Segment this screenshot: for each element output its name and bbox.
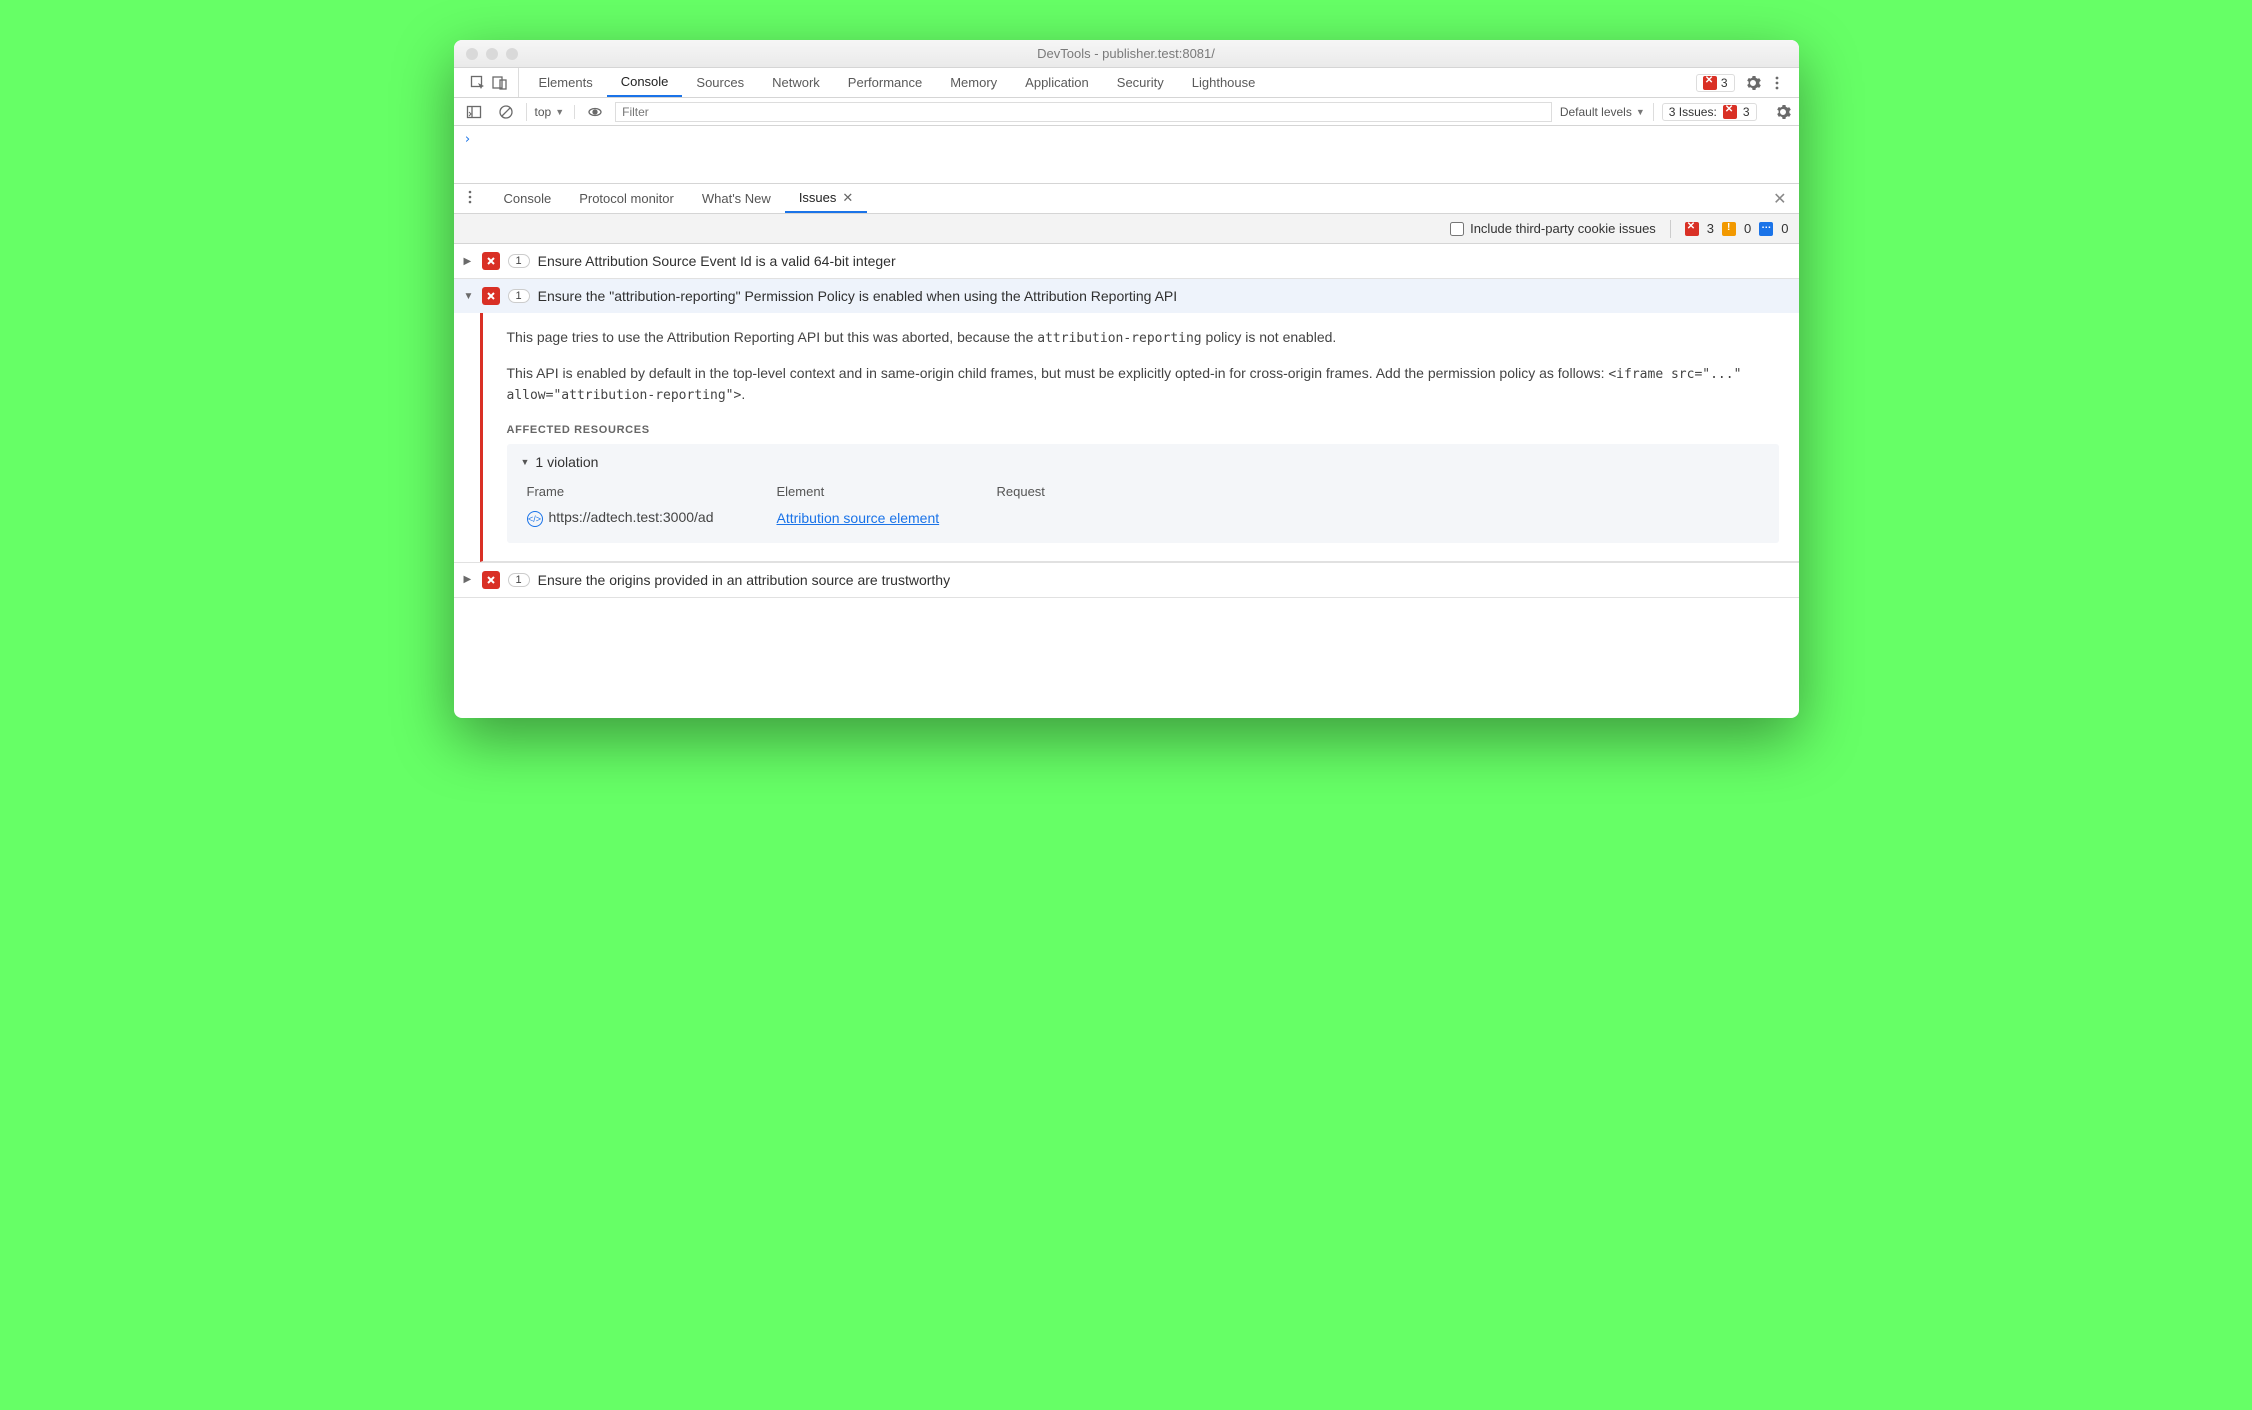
context-selector[interactable]: top ▼	[535, 105, 576, 119]
console-prompt: ›	[464, 132, 472, 147]
col-request: Request	[997, 484, 1197, 499]
expand-icon[interactable]: ▶	[464, 574, 474, 585]
warning-count: 0	[1744, 221, 1751, 236]
expand-icon[interactable]: ▶	[464, 256, 474, 267]
drawer-tab-issues[interactable]: Issues ✕	[785, 184, 867, 213]
issue-title: Ensure Attribution Source Event Id is a …	[538, 253, 1789, 269]
console-output[interactable]: ›	[454, 126, 1799, 184]
info-count: 0	[1781, 221, 1788, 236]
window-controls[interactable]	[454, 48, 518, 60]
col-element: Element	[777, 484, 997, 499]
info-icon	[1759, 222, 1773, 236]
affected-table: Frame Element Request </>https://adtech.…	[521, 480, 1765, 533]
drawer-close-icon[interactable]: ✕	[1769, 189, 1790, 209]
third-party-checkbox-input[interactable]	[1450, 222, 1464, 236]
frame-icon: </>	[527, 511, 543, 527]
issue-paragraph: This page tries to use the Attribution R…	[507, 327, 1779, 349]
issue-paragraph: This API is enabled by default in the to…	[507, 363, 1779, 406]
table-header: Frame Element Request	[521, 480, 1765, 503]
error-icon	[1703, 76, 1717, 90]
issue-count-badge: 1	[508, 254, 530, 268]
tab-network[interactable]: Network	[758, 68, 834, 97]
error-icon	[1723, 105, 1737, 119]
settings-icon[interactable]	[1745, 75, 1761, 91]
close-dot[interactable]	[466, 48, 478, 60]
inspect-icon[interactable]	[470, 75, 486, 91]
frame-cell[interactable]: </>https://adtech.test:3000/ad	[527, 509, 777, 527]
chevron-down-icon: ▼	[1636, 107, 1645, 117]
issues-count: 3	[1743, 105, 1750, 119]
close-tab-icon[interactable]: ✕	[842, 190, 853, 206]
issue-count-badge: 1	[508, 289, 530, 303]
main-tabs: Elements Console Sources Network Perform…	[525, 68, 1270, 97]
issue-row[interactable]: ▶ 1 Ensure Attribution Source Event Id i…	[454, 244, 1799, 279]
top-error-counter[interactable]: 3	[1696, 74, 1735, 92]
zoom-dot[interactable]	[506, 48, 518, 60]
issues-toolbar: Include third-party cookie issues 3 0 0	[454, 214, 1799, 244]
main-tabbar: Elements Console Sources Network Perform…	[454, 68, 1799, 98]
window-title: DevTools - publisher.test:8081/	[454, 46, 1799, 61]
issue-error-icon	[482, 287, 500, 305]
col-frame: Frame	[527, 484, 777, 499]
violation-label: 1 violation	[535, 454, 598, 470]
issue-counts: 3 0 0	[1685, 221, 1789, 236]
error-icon	[1685, 222, 1699, 236]
affected-resources-box: ▼ 1 violation Frame Element Request </>h…	[507, 444, 1779, 543]
drawer-more-icon[interactable]	[462, 189, 478, 208]
device-toggle-icon[interactable]	[492, 75, 508, 91]
tab-application[interactable]: Application	[1011, 68, 1103, 97]
more-icon[interactable]	[1769, 75, 1785, 91]
filter-input[interactable]	[615, 102, 1552, 122]
drawer-tab-issues-label: Issues	[799, 190, 837, 205]
error-count: 3	[1721, 76, 1728, 90]
third-party-checkbox[interactable]: Include third-party cookie issues	[1450, 221, 1656, 236]
log-levels-selector[interactable]: Default levels ▼	[1560, 105, 1645, 119]
issue-error-icon	[482, 252, 500, 270]
tab-performance[interactable]: Performance	[834, 68, 936, 97]
issue-row[interactable]: ▼ 1 Ensure the "attribution-reporting" P…	[454, 279, 1799, 313]
devtools-window: DevTools - publisher.test:8081/ Elements…	[454, 40, 1799, 718]
tab-sources[interactable]: Sources	[682, 68, 758, 97]
tab-security[interactable]: Security	[1103, 68, 1178, 97]
issue-count-badge: 1	[508, 573, 530, 587]
code-snippet: attribution-reporting	[1037, 331, 1201, 346]
context-label: top	[535, 105, 552, 119]
sidebar-toggle-icon[interactable]	[462, 104, 486, 120]
tab-elements[interactable]: Elements	[525, 68, 607, 97]
third-party-label: Include third-party cookie issues	[1470, 221, 1656, 236]
tab-lighthouse[interactable]: Lighthouse	[1178, 68, 1270, 97]
levels-label: Default levels	[1560, 105, 1632, 119]
violation-toggle[interactable]: ▼ 1 violation	[521, 454, 1765, 470]
minimize-dot[interactable]	[486, 48, 498, 60]
divider	[1670, 220, 1671, 238]
collapse-icon: ▼	[521, 457, 530, 467]
drawer-tab-whatsnew[interactable]: What's New	[688, 184, 785, 213]
tab-console[interactable]: Console	[607, 68, 683, 97]
empty-area	[454, 598, 1799, 718]
live-expression-icon[interactable]	[583, 104, 607, 120]
titlebar: DevTools - publisher.test:8081/	[454, 40, 1799, 68]
issue-title: Ensure the "attribution-reporting" Permi…	[538, 288, 1789, 304]
console-toolbar: top ▼ Default levels ▼ 3 Issues: 3	[454, 98, 1799, 126]
error-count: 3	[1707, 221, 1714, 236]
collapse-icon[interactable]: ▼	[464, 291, 474, 302]
affected-resources-heading: AFFECTED RESOURCES	[507, 424, 1779, 436]
console-settings-icon[interactable]	[1775, 104, 1791, 120]
warning-icon	[1722, 222, 1736, 236]
tab-memory[interactable]: Memory	[936, 68, 1011, 97]
drawer-tabbar: Console Protocol monitor What's New Issu…	[454, 184, 1799, 214]
issues-summary[interactable]: 3 Issues: 3	[1662, 103, 1757, 121]
issue-title: Ensure the origins provided in an attrib…	[538, 572, 1789, 588]
issues-label: 3 Issues:	[1669, 105, 1717, 119]
table-row: </>https://adtech.test:3000/ad Attributi…	[521, 503, 1765, 533]
element-link[interactable]: Attribution source element	[777, 510, 997, 526]
issue-row[interactable]: ▶ 1 Ensure the origins provided in an at…	[454, 562, 1799, 598]
drawer-tab-console[interactable]: Console	[490, 184, 566, 213]
issue-error-icon	[482, 571, 500, 589]
clear-console-icon[interactable]	[494, 104, 518, 120]
chevron-down-icon: ▼	[555, 107, 564, 117]
drawer-tab-protocol[interactable]: Protocol monitor	[565, 184, 688, 213]
issue-detail: This page tries to use the Attribution R…	[480, 313, 1799, 562]
